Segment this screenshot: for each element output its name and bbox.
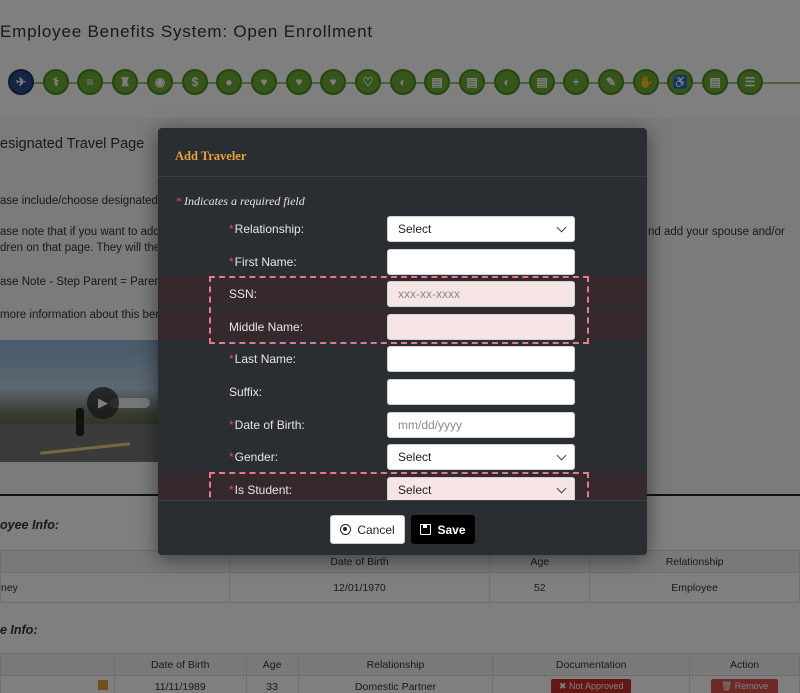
required-marker: *	[229, 255, 234, 269]
required-marker: *	[229, 450, 234, 464]
required-marker: *	[229, 222, 234, 236]
form-row: *First Name:	[158, 245, 647, 275]
modal-title: Add Traveler	[175, 149, 247, 163]
date-of-birth-input[interactable]: mm/dd/yyyy	[387, 412, 575, 438]
cancel-icon	[340, 524, 352, 535]
field-label: Suffix:	[229, 385, 263, 399]
relationship-select[interactable]: Select	[387, 216, 575, 242]
add-traveler-modal: Add Traveler * Indicates a required field…	[158, 128, 647, 555]
form-row: *Last Name:	[158, 342, 647, 372]
highlight-frame	[209, 276, 589, 344]
field-label: *Last Name:	[229, 352, 297, 366]
first-name-input[interactable]	[387, 249, 575, 275]
chevron-down-icon	[556, 450, 567, 461]
gender-select[interactable]: Select	[387, 444, 575, 470]
field-label: *Date of Birth:	[229, 418, 305, 432]
required-marker: *	[229, 418, 234, 432]
chevron-down-icon	[556, 222, 567, 233]
field-label: *First Name:	[229, 255, 297, 269]
save-button[interactable]: Save	[411, 515, 475, 544]
form-row: *Relationship: Select	[158, 212, 647, 242]
form-row: Suffix:	[158, 375, 647, 405]
field-label: *Relationship:	[229, 222, 305, 236]
modal-header: Add Traveler	[158, 128, 647, 177]
save-icon	[420, 524, 432, 535]
form-row: *Gender: Select	[158, 440, 647, 470]
traveler-form: *Relationship: Select *First Name: SSN: xxx-…	[158, 212, 647, 500]
last-name-input[interactable]	[387, 346, 575, 372]
cancel-button[interactable]: Cancel	[330, 515, 405, 544]
modal-footer: Cancel Save	[158, 500, 647, 555]
highlight-frame	[209, 472, 589, 500]
required-marker: *	[229, 352, 234, 366]
suffix-input[interactable]	[387, 379, 575, 405]
required-field-note: * Indicates a required field	[176, 194, 305, 208]
field-label: *Gender:	[229, 450, 279, 464]
form-row: *Date of Birth: mm/dd/yyyy	[158, 408, 647, 438]
